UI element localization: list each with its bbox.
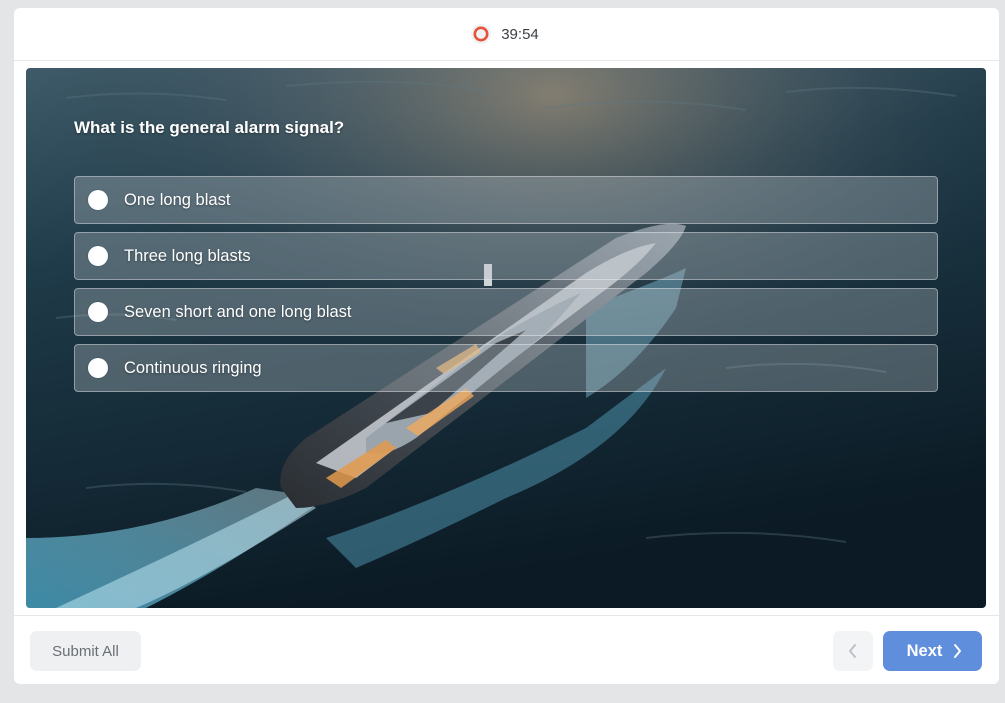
answer-option-label: Continuous ringing [124, 358, 262, 377]
submit-all-button[interactable]: Submit All [30, 631, 141, 671]
answer-option-2[interactable]: Three long blasts [74, 232, 938, 280]
next-button[interactable]: Next [883, 631, 982, 671]
chevron-right-icon [954, 644, 962, 658]
previous-button[interactable] [833, 631, 873, 671]
answer-option-3[interactable]: Seven short and one long blast [74, 288, 938, 336]
record-icon [471, 24, 492, 44]
radio-button[interactable] [88, 190, 108, 210]
answer-option-4[interactable]: Continuous ringing [74, 344, 938, 392]
timer-text: 39:54 [501, 25, 539, 43]
answer-options: One long blast Three long blasts Seven s… [74, 176, 938, 400]
answer-option-label: One long blast [124, 190, 231, 209]
question-stage: What is the general alarm signal? One lo… [26, 68, 986, 608]
quiz-footer: Submit All Next [14, 615, 999, 684]
timer: 39:54 [470, 23, 539, 45]
question-text: What is the general alarm signal? [74, 118, 345, 137]
radio-button[interactable] [88, 302, 108, 322]
chevron-left-icon [849, 644, 856, 658]
radio-button[interactable] [88, 358, 108, 378]
answer-option-label: Seven short and one long blast [124, 302, 352, 321]
answer-option-1[interactable]: One long blast [74, 176, 938, 224]
quiz-card: 39:54 What is the general alarm signal? … [14, 8, 999, 684]
quiz-header: 39:54 [14, 8, 999, 61]
answer-option-label: Three long blasts [124, 246, 251, 265]
radio-button[interactable] [88, 246, 108, 266]
next-button-label: Next [906, 641, 943, 660]
